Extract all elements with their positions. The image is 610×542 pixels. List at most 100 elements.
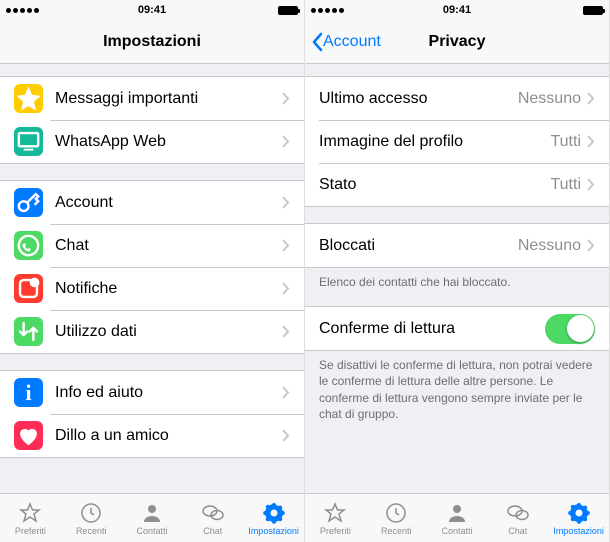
nav-bar: Impostazioni [0,20,304,64]
tab-label: Impostazioni [248,526,299,536]
cell-tell-friend[interactable]: Dillo a un amico [0,414,304,457]
cell-starred-messages[interactable]: Messaggi importanti [0,77,304,120]
chevron-right-icon [282,386,290,399]
chevron-right-icon [282,429,290,442]
arrows-icon [14,317,43,346]
screen-settings: 09:41 Impostazioni Messaggi importanti W… [0,0,305,542]
cell-label: WhatsApp Web [55,133,282,151]
cell-label: Bloccati [319,237,518,255]
cell-label: Immagine del profilo [319,133,550,151]
cell-label: Conferme di lettura [319,320,545,338]
chevron-right-icon [587,239,595,252]
tab-label: Contatti [136,526,167,536]
status-bar: 09:41 [305,0,609,20]
settings-content: Messaggi importanti WhatsApp Web Account [0,64,304,493]
tab-label: Preferiti [15,526,46,536]
chevron-right-icon [587,178,595,191]
back-label: Account [323,33,381,51]
tab-recents[interactable]: Recenti [366,494,427,542]
heart-icon [14,421,43,450]
desktop-icon [14,127,43,156]
settings-group-1: Messaggi importanti WhatsApp Web [0,76,304,164]
cell-label: Dillo a un amico [55,427,282,445]
chevron-right-icon [587,92,595,105]
status-time: 09:41 [443,4,471,16]
tab-settings[interactable]: Impostazioni [548,494,609,542]
read-receipts-switch[interactable] [545,314,595,344]
tab-label: Impostazioni [553,526,604,536]
cell-value: Tutti [550,133,581,151]
cell-info-help[interactable]: i Info ed aiuto [0,371,304,414]
svg-text:i: i [25,381,31,405]
tab-favorites[interactable]: Preferiti [305,494,366,542]
privacy-group-visibility: Ultimo accesso Nessuno Immagine del prof… [305,76,609,207]
tab-label: Chat [508,526,527,536]
chevron-right-icon [282,239,290,252]
battery-icon [583,6,603,15]
settings-group-3: i Info ed aiuto Dillo a un amico [0,370,304,458]
battery-icon [278,6,298,15]
page-title: Impostazioni [103,33,201,51]
tab-chat[interactable]: Chat [182,494,243,542]
cell-chat[interactable]: Chat [0,224,304,267]
whatsapp-icon [14,231,43,260]
status-bar: 09:41 [0,0,304,20]
cell-notifications[interactable]: Notifiche [0,267,304,310]
blocked-footer: Elenco dei contatti che hai bloccato. [305,268,609,290]
signal-dots-icon [6,8,39,13]
cell-label: Ultimo accesso [319,90,518,108]
cell-data-usage[interactable]: Utilizzo dati [0,310,304,353]
tab-recents[interactable]: Recenti [61,494,122,542]
tab-label: Recenti [76,526,107,536]
chevron-right-icon [282,92,290,105]
cell-label: Account [55,194,282,212]
chevron-right-icon [282,135,290,148]
cell-label: Info ed aiuto [55,384,282,402]
back-button[interactable]: Account [311,32,381,52]
cell-value: Nessuno [518,90,581,108]
info-icon: i [14,378,43,407]
tab-bar: Preferiti Recenti Contatti Chat Impostaz… [0,493,304,542]
tab-settings[interactable]: Impostazioni [243,494,304,542]
cell-label: Chat [55,237,282,255]
chevron-right-icon [587,135,595,148]
cell-value: Nessuno [518,237,581,255]
cell-label: Stato [319,176,550,194]
chevron-right-icon [282,196,290,209]
tab-bar: Preferiti Recenti Contatti Chat Impostaz… [305,493,609,542]
key-icon [14,188,43,217]
privacy-content: Ultimo accesso Nessuno Immagine del prof… [305,64,609,493]
tab-label: Contatti [441,526,472,536]
tab-contacts[interactable]: Contatti [122,494,183,542]
cell-profile-photo[interactable]: Immagine del profilo Tutti [305,120,609,163]
signal-dots-icon [311,8,344,13]
cell-label: Utilizzo dati [55,323,282,341]
privacy-group-read-receipts: Conferme di lettura [305,306,609,351]
cell-whatsapp-web[interactable]: WhatsApp Web [0,120,304,163]
cell-label: Notifiche [55,280,282,298]
cell-read-receipts: Conferme di lettura [305,307,609,350]
tab-chat[interactable]: Chat [487,494,548,542]
page-title: Privacy [429,33,486,51]
cell-status[interactable]: Stato Tutti [305,163,609,206]
cell-blocked[interactable]: Bloccati Nessuno [305,224,609,267]
chevron-right-icon [282,325,290,338]
status-time: 09:41 [138,4,166,16]
chevron-right-icon [282,282,290,295]
tab-label: Recenti [381,526,412,536]
nav-bar: Account Privacy [305,20,609,64]
star-icon [14,84,43,113]
cell-value: Tutti [550,176,581,194]
notification-icon [14,274,43,303]
cell-last-seen[interactable]: Ultimo accesso Nessuno [305,77,609,120]
tab-label: Preferiti [320,526,351,536]
cell-account[interactable]: Account [0,181,304,224]
tab-favorites[interactable]: Preferiti [0,494,61,542]
screen-privacy: 09:41 Account Privacy Ultimo accesso Nes… [305,0,610,542]
settings-group-2: Account Chat Notifiche [0,180,304,354]
privacy-group-blocked: Bloccati Nessuno [305,223,609,268]
cell-label: Messaggi importanti [55,90,282,108]
tab-label: Chat [203,526,222,536]
read-receipts-footer: Se disattivi le conferme di lettura, non… [305,351,609,422]
tab-contacts[interactable]: Contatti [427,494,488,542]
